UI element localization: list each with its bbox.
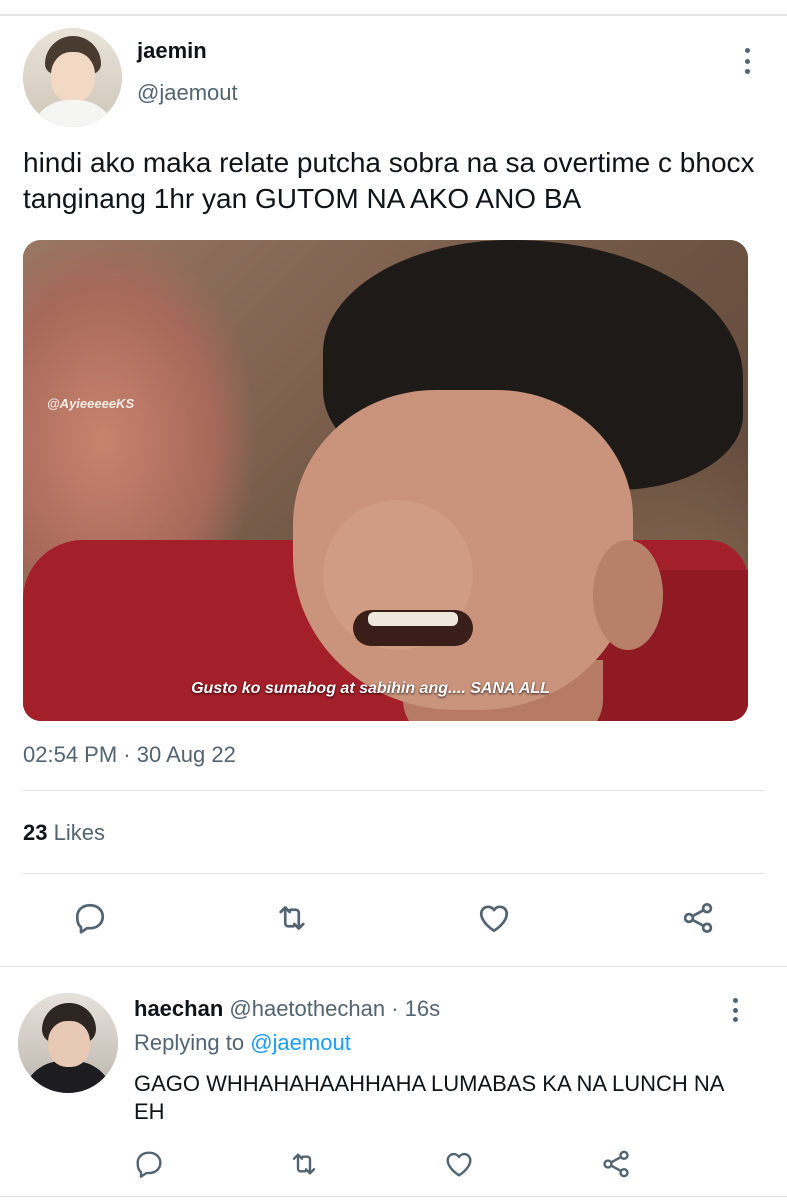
replying-to: Replying to @jaemout xyxy=(134,1030,351,1056)
reply-author-name[interactable]: haechan xyxy=(134,996,223,1021)
replying-to-handle[interactable]: @jaemout xyxy=(250,1030,351,1055)
more-options-icon[interactable] xyxy=(740,48,754,74)
tweet-media-image[interactable]: @AyieeeeeKS Gusto ko sumabog at sabihin … xyxy=(23,240,748,721)
tweet-text: hindi ako maka relate putcha sobra na sa… xyxy=(23,147,755,214)
divider xyxy=(0,1196,787,1197)
reply-header: haechan @haetothechan · 16s xyxy=(134,996,440,1022)
reply-like-icon[interactable] xyxy=(439,1144,479,1184)
likes-count[interactable]: 23 Likes xyxy=(23,820,105,846)
reply-icon[interactable] xyxy=(68,896,112,940)
reply-author-avatar[interactable] xyxy=(18,993,118,1093)
reply-retweet-icon[interactable] xyxy=(284,1144,324,1184)
author-avatar[interactable] xyxy=(23,28,122,127)
author-handle[interactable]: @jaemout xyxy=(137,80,238,106)
reply-text: GAGO WHHAHAHAAHHAHA LUMABAS KA NA LUNCH … xyxy=(134,1071,724,1124)
reply-author-handle[interactable]: @haetothechan xyxy=(229,996,385,1021)
replying-prefix: Replying to xyxy=(134,1030,245,1055)
divider xyxy=(0,966,787,967)
reply-more-options-icon[interactable] xyxy=(728,998,742,1022)
share-icon[interactable] xyxy=(676,896,720,940)
media-watermark: @AyieeeeeKS xyxy=(47,396,135,411)
author-name[interactable]: jaemin xyxy=(137,38,207,64)
retweet-icon[interactable] xyxy=(270,896,314,940)
divider xyxy=(23,790,765,791)
tweet-timestamp[interactable]: 02:54 PM · 30 Aug 22 xyxy=(23,742,236,768)
reply-reply-icon[interactable] xyxy=(129,1144,169,1184)
divider xyxy=(23,873,765,874)
reply-separator: · xyxy=(385,996,405,1021)
top-divider xyxy=(0,14,787,16)
like-icon[interactable] xyxy=(472,896,516,940)
reply-time[interactable]: 16s xyxy=(405,996,440,1021)
media-caption: Gusto ko sumabog at sabihin ang.... SANA… xyxy=(191,680,550,697)
reply-share-icon[interactable] xyxy=(596,1144,636,1184)
